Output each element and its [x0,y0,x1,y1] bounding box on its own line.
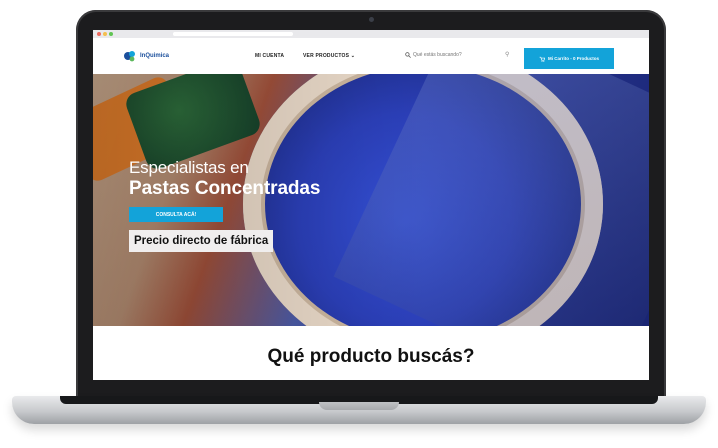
nav-ver-productos-label: VER PRODUCTOS [303,53,350,59]
laptop-notch [319,402,399,410]
logo[interactable]: InQuimica [123,48,169,64]
section-title: Qué producto buscás? [267,346,475,367]
search-icon [405,52,411,58]
hero-shade [93,74,649,326]
nav-ver-productos[interactable]: VER PRODUCTOS ⌄ [303,53,355,59]
logo-text: InQuimica [140,53,170,59]
chevron-down-icon: ⌄ [350,53,356,59]
laptop-screen: InQuimica MI CUENTA VER PRODUCTOS ⌄ ⚲ Mi… [93,30,649,380]
nav-mi-cuenta[interactable]: MI CUENTA [255,53,284,59]
search-submit-icon[interactable]: ⚲ [505,51,509,58]
address-bar[interactable] [173,31,293,36]
hero-banner: Especialistas en Pastas Concentradas CON… [93,74,649,326]
consulta-button[interactable]: CONSULTA ACÁ! [129,207,223,222]
minimize-dot-icon[interactable] [103,32,107,36]
close-dot-icon[interactable] [97,32,101,36]
cart-icon [539,56,545,62]
maximize-dot-icon[interactable] [109,32,113,36]
site-header: InQuimica MI CUENTA VER PRODUCTOS ⌄ ⚲ Mi… [93,38,649,74]
hero-title-line1: Especialistas en [129,158,249,177]
logo-icon [124,51,135,62]
hero-title-line2: Pastas Concentradas [129,178,321,199]
price-tagline: Precio directo de fábrica [129,230,274,252]
cart-label: Mi Carrito - 0 Productos [547,56,599,61]
search-input[interactable] [413,50,503,60]
camera-icon [369,17,374,22]
cart-button[interactable]: Mi Carrito - 0 Productos [524,48,614,69]
